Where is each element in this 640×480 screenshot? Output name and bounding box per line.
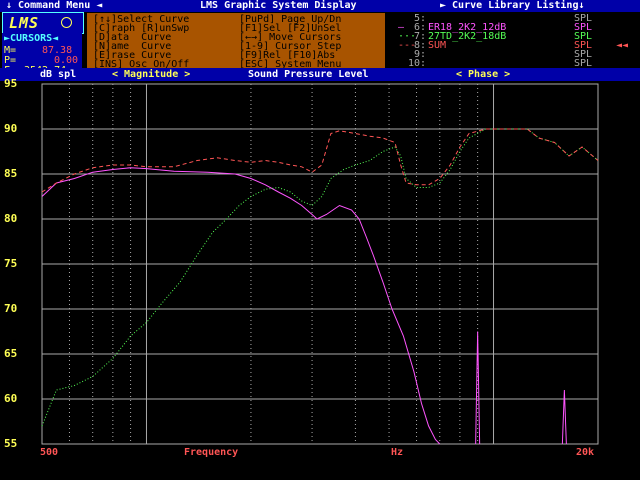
curve-library-title[interactable]: ► Curve Library Listing↓	[440, 0, 585, 12]
curve-name[interactable]: SUM	[428, 41, 446, 51]
y-tick-label: 95	[4, 77, 18, 90]
y-tick-label: 90	[4, 122, 18, 135]
x-axis-label: Frequency	[184, 447, 239, 458]
command-menu: [↑↓]Select Curve [C]raph [R]unSwp [D]ata…	[86, 12, 386, 70]
y-tick-label: 80	[4, 212, 18, 225]
series-spike	[561, 389, 567, 445]
y-tick-label: 65	[4, 347, 18, 360]
x-tick-max: 20k	[576, 447, 595, 458]
series-spike	[475, 331, 481, 445]
cursors-label: ►CURSORS◄	[4, 33, 59, 44]
cursors-panel: ►CURSORS◄ M= 87.38 P= 0.00 F= 3542.74	[2, 33, 82, 76]
selected-curve-arrow-icon: ◄◄	[616, 40, 629, 51]
series-layer	[41, 128, 599, 445]
curve-library-list: 5: SPL 6: — ER18_2K2_12dB SPL 7: ··· 27TD_2K2_18…	[390, 12, 640, 69]
unit-label: dB spl	[40, 69, 77, 80]
x-axis-unit: Hz	[391, 447, 404, 458]
y-tick-label: 85	[4, 167, 18, 180]
phase-tab[interactable]: < Phase >	[456, 68, 510, 81]
command-menu-title[interactable]: ↓ Command Menu ◄	[6, 0, 102, 12]
title-bar: ↓ Command Menu ◄ LMS Graphic System Disp…	[0, 0, 640, 12]
app-title: LMS Graphic System Display	[200, 0, 357, 11]
logo-text: LMS	[9, 14, 40, 32]
y-tick-label: 70	[4, 302, 18, 315]
registered-icon	[61, 17, 72, 28]
x-tick-min: 500	[40, 447, 59, 458]
magnitude-tab[interactable]: < Magnitude >	[112, 68, 190, 81]
y-tick-label: 75	[4, 257, 18, 270]
lms-logo: LMS	[2, 12, 84, 34]
y-tick-label: 55	[4, 437, 18, 450]
plot-header: dB spl < Magnitude > Sound Pressure Leve…	[0, 68, 640, 81]
y-tick-label: 60	[4, 392, 18, 405]
series-line-er18_2k2_12db	[41, 167, 441, 445]
series-line-sum	[41, 128, 599, 193]
plot-title: Sound Pressure Level	[248, 69, 369, 80]
plot-grid	[42, 84, 598, 444]
